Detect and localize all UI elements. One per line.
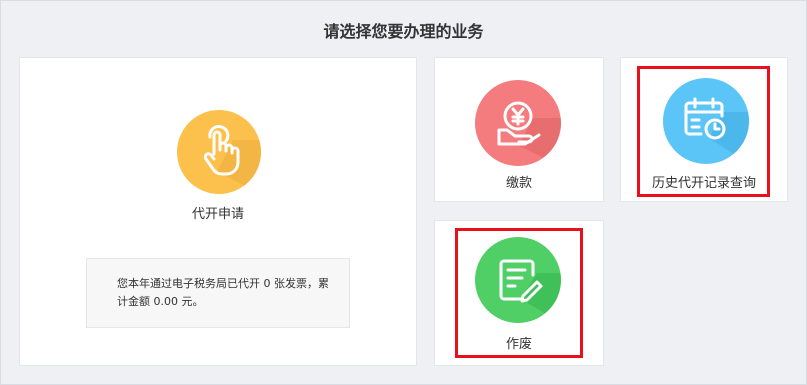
issue-invoice-label: 代开申请	[191, 207, 244, 222]
edit-document-icon	[475, 237, 561, 323]
page-title: 请选择您要办理的业务	[323, 22, 484, 41]
invoice-summary-text: 您本年通过电子税务局已代开 0 张发票，累计金额 0.00 元。	[117, 277, 329, 308]
history-query-label: 历史代开记录查询	[651, 176, 756, 191]
void-card[interactable]: 作废	[434, 220, 604, 366]
void-label: 作废	[505, 337, 532, 352]
payment-label: 缴款	[505, 176, 532, 191]
history-query-card[interactable]: 历史代开记录查询	[620, 57, 788, 202]
invoice-summary-box: 您本年通过电子税务局已代开 0 张发票，累计金额 0.00 元。	[86, 258, 350, 328]
hand-pointer-icon	[177, 110, 261, 194]
payment-card[interactable]: 缴款	[434, 57, 604, 202]
calendar-clock-icon	[663, 78, 749, 164]
yen-payment-icon	[475, 80, 561, 166]
